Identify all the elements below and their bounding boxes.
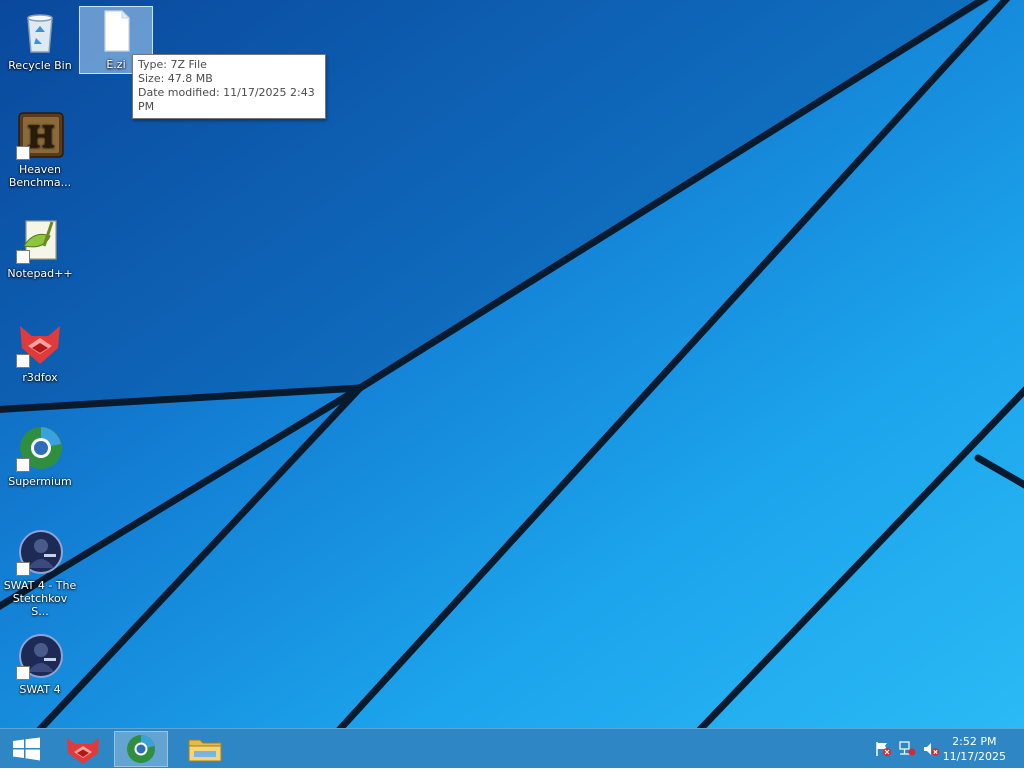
taskbar-button-r3dfox[interactable]	[56, 731, 110, 767]
file-info-tooltip: Type: 7Z File Size: 47.8 MB Date modifie…	[132, 54, 326, 119]
r3dfox-icon	[16, 320, 64, 368]
system-clock[interactable]: 2:52 PM 11/17/2025	[943, 734, 1006, 764]
swat4-expansion-icon	[16, 528, 64, 576]
tooltip-size: Size: 47.8 MB	[138, 72, 213, 85]
network-icon[interactable]	[898, 741, 916, 757]
desktop-icon-label: r3dfox	[22, 371, 58, 384]
notepadpp-icon	[16, 216, 64, 264]
taskbar: 2:52 PM 11/17/2025	[0, 728, 1024, 768]
recycle-bin-icon	[16, 8, 64, 56]
action-center-flag-icon[interactable]	[874, 741, 892, 757]
desktop-icon-label: Supermium	[8, 475, 72, 488]
desktop-icon-label: Heaven Benchma...	[8, 163, 72, 189]
file-icon	[92, 7, 140, 55]
clock-date: 11/17/2025	[942, 750, 1006, 763]
desktop-icon-label: Notepad++	[7, 267, 73, 280]
supermium-icon	[16, 424, 64, 472]
swat4-icon	[16, 632, 64, 680]
shortcut-arrow-icon	[16, 250, 30, 264]
desktop-icon-r3dfox[interactable]: r3dfox	[3, 320, 77, 384]
desktop[interactable]: Recycle Bin E.zi H Heaven Benchma... Not…	[0, 0, 1024, 728]
heaven-benchmark-icon: H	[16, 112, 64, 160]
desktop-icon-label: Recycle Bin	[8, 59, 72, 72]
desktop-icon-label: SWAT 4	[19, 683, 61, 696]
r3dfox-icon	[67, 738, 99, 764]
clock-time: 2:52 PM	[952, 735, 997, 748]
shortcut-arrow-icon	[16, 354, 30, 368]
desktop-icon-swat4-expansion[interactable]: SWAT 4 - The Stetchkov S...	[3, 528, 77, 618]
shortcut-arrow-icon	[16, 458, 30, 472]
shortcut-arrow-icon	[16, 562, 30, 576]
desktop-icon-heaven-benchmark[interactable]: H Heaven Benchma...	[3, 112, 77, 189]
supermium-icon	[127, 735, 155, 763]
desktop-icon-notepadpp[interactable]: Notepad++	[3, 216, 77, 280]
tooltip-date-modified: Date modified: 11/17/2025 2:43 PM	[138, 86, 315, 113]
taskbar-button-supermium[interactable]	[114, 731, 168, 767]
desktop-icon-recycle-bin[interactable]: Recycle Bin	[3, 8, 77, 72]
start-button[interactable]	[0, 731, 54, 767]
desktop-icon-swat4[interactable]: SWAT 4	[3, 632, 77, 696]
desktop-icon-supermium[interactable]: Supermium	[3, 424, 77, 488]
desktop-icon-label: SWAT 4 - The Stetchkov S...	[3, 579, 77, 618]
taskbar-button-file-explorer[interactable]	[178, 731, 232, 767]
shortcut-arrow-icon	[16, 146, 30, 160]
folder-icon	[188, 739, 222, 762]
shortcut-arrow-icon	[16, 666, 30, 680]
svg-text:H: H	[27, 120, 55, 155]
volume-muted-icon[interactable]	[922, 741, 940, 757]
tooltip-type: Type: 7Z File	[138, 58, 207, 71]
windows-logo-icon	[13, 737, 40, 761]
